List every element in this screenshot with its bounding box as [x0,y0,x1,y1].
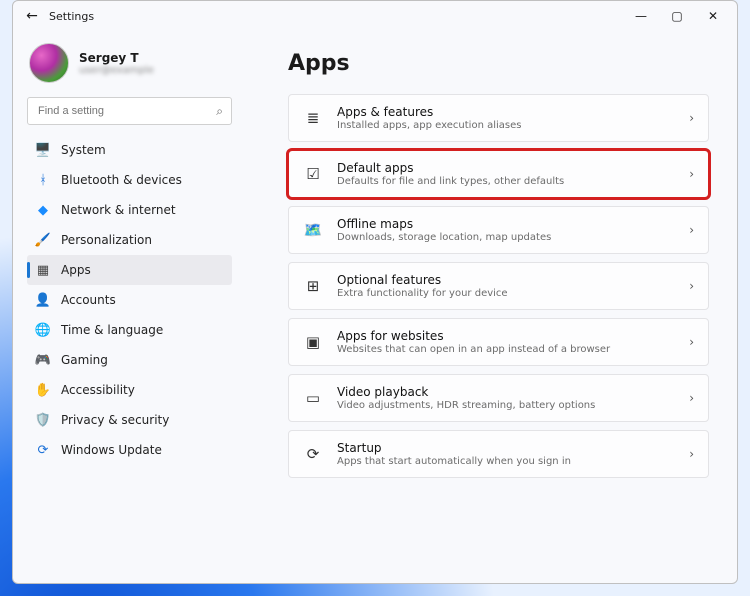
chevron-right-icon: › [689,279,694,293]
nav-icon: ◆ [35,202,51,218]
nav-icon: 🎮 [35,352,51,368]
card-list: ≣ Apps & featuresInstalled apps, app exec… [288,94,709,478]
card-text: Offline mapsDownloads, storage location,… [337,217,675,243]
card-text: Default appsDefaults for file and link t… [337,161,675,187]
chevron-right-icon: › [689,447,694,461]
nav-label: Accessibility [61,383,135,397]
nav-item-accessibility[interactable]: ✋ Accessibility [27,375,232,405]
nav-item-gaming[interactable]: 🎮 Gaming [27,345,232,375]
page-title: Apps [288,51,709,76]
nav-label: Time & language [61,323,163,337]
user-subline: user@example [79,65,154,76]
card-subtitle: Extra functionality for your device [337,288,675,299]
nav-label: Apps [61,263,91,277]
card-title: Startup [337,441,675,455]
card-icon: ⟳ [303,444,323,464]
search-icon: ⌕ [216,104,223,119]
card-icon: 🗺️ [303,220,323,240]
nav-icon: 🛡️ [35,412,51,428]
nav-item-bluetooth-devices[interactable]: ᚼ Bluetooth & devices [27,165,232,195]
nav-item-time-language[interactable]: 🌐 Time & language [27,315,232,345]
nav-icon: 🖥️ [35,142,51,158]
nav-item-apps[interactable]: ▦ Apps [27,255,232,285]
chevron-right-icon: › [689,335,694,349]
nav-icon: ✋ [35,382,51,398]
card-icon: ▣ [303,332,323,352]
card-icon: ⊞ [303,276,323,296]
settings-card-offline-maps[interactable]: 🗺️ Offline mapsDownloads, storage locatio… [288,206,709,254]
nav-item-accounts[interactable]: 👤 Accounts [27,285,232,315]
card-subtitle: Defaults for file and link types, other … [337,176,675,187]
chevron-right-icon: › [689,111,694,125]
card-icon: ▭ [303,388,323,408]
settings-card-startup[interactable]: ⟳ StartupApps that start automatically wh… [288,430,709,478]
nav-icon: 🌐 [35,322,51,338]
user-block[interactable]: Sergey T user@example [29,43,232,83]
card-text: Apps & featuresInstalled apps, app execu… [337,105,675,131]
settings-window: ← Settings — ▢ ✕ Sergey T user@example ⌕… [12,0,738,584]
chevron-right-icon: › [689,223,694,237]
chevron-right-icon: › [689,391,694,405]
card-text: StartupApps that start automatically whe… [337,441,675,467]
nav-icon: 👤 [35,292,51,308]
card-text: Video playbackVideo adjustments, HDR str… [337,385,675,411]
card-title: Apps & features [337,105,675,119]
back-button[interactable]: ← [19,8,45,24]
nav-label: System [61,143,106,157]
card-title: Optional features [337,273,675,287]
user-name: Sergey T [79,51,154,65]
search-input[interactable] [36,104,216,118]
titlebar: ← Settings — ▢ ✕ [13,1,737,31]
nav-item-network-internet[interactable]: ◆ Network & internet [27,195,232,225]
nav-label: Bluetooth & devices [61,173,182,187]
avatar [29,43,69,83]
card-subtitle: Downloads, storage location, map updates [337,232,675,243]
maximize-button[interactable]: ▢ [659,2,695,30]
main-panel: Apps ≣ Apps & featuresInstalled apps, app… [238,31,737,583]
nav-label: Personalization [61,233,152,247]
settings-card-video-playback[interactable]: ▭ Video playbackVideo adjustments, HDR st… [288,374,709,422]
nav-label: Accounts [61,293,116,307]
card-subtitle: Video adjustments, HDR streaming, batter… [337,400,675,411]
minimize-button[interactable]: — [623,2,659,30]
card-icon: ≣ [303,108,323,128]
nav-icon: ⟳ [35,442,51,458]
settings-card-default-apps[interactable]: ☑ Default appsDefaults for file and link … [288,150,709,198]
window-title: Settings [49,10,94,23]
chevron-right-icon: › [689,167,694,181]
sidebar: Sergey T user@example ⌕ 🖥️ System ᚼ Bluetoo… [13,31,238,583]
card-title: Apps for websites [337,329,675,343]
nav-item-personalization[interactable]: 🖌️ Personalization [27,225,232,255]
nav-icon: ᚼ [35,172,51,188]
close-button[interactable]: ✕ [695,2,731,30]
settings-card-apps-features[interactable]: ≣ Apps & featuresInstalled apps, app exec… [288,94,709,142]
nav-label: Privacy & security [61,413,169,427]
nav-item-windows-update[interactable]: ⟳ Windows Update [27,435,232,465]
nav-item-system[interactable]: 🖥️ System [27,135,232,165]
nav-item-privacy-security[interactable]: 🛡️ Privacy & security [27,405,232,435]
card-icon: ☑ [303,164,323,184]
nav-label: Windows Update [61,443,162,457]
nav-icon: 🖌️ [35,232,51,248]
card-title: Offline maps [337,217,675,231]
nav-icon: ▦ [35,262,51,278]
card-text: Optional featuresExtra functionality for… [337,273,675,299]
card-subtitle: Installed apps, app execution aliases [337,120,675,131]
card-subtitle: Websites that can open in an app instead… [337,344,675,355]
card-title: Default apps [337,161,675,175]
settings-card-optional-features[interactable]: ⊞ Optional featuresExtra functionality fo… [288,262,709,310]
nav-list: 🖥️ System ᚼ Bluetooth & devices ◆ Network & i… [27,135,232,465]
nav-label: Gaming [61,353,108,367]
search-box[interactable]: ⌕ [27,97,232,125]
content-area: Sergey T user@example ⌕ 🖥️ System ᚼ Bluetoo… [13,31,737,583]
card-text: Apps for websitesWebsites that can open … [337,329,675,355]
nav-label: Network & internet [61,203,176,217]
settings-card-apps-for-websites[interactable]: ▣ Apps for websitesWebsites that can open… [288,318,709,366]
card-title: Video playback [337,385,675,399]
card-subtitle: Apps that start automatically when you s… [337,456,675,467]
